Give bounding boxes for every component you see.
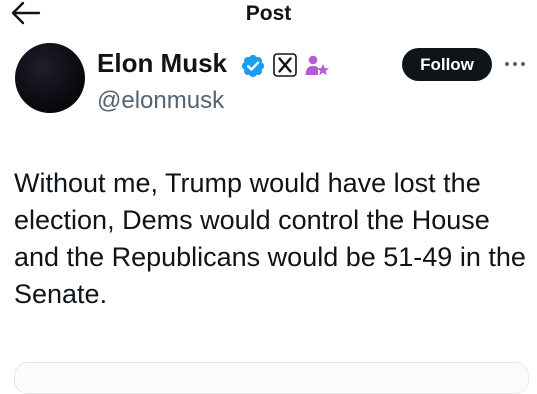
- quoted-card[interactable]: [14, 362, 529, 394]
- avatar[interactable]: [15, 43, 85, 113]
- author-handle[interactable]: @elonmusk: [97, 87, 224, 115]
- tweet-text: Without me, Trump would have lost the el…: [14, 168, 526, 309]
- more-options-button[interactable]: [502, 56, 528, 72]
- affiliate-person-icon: [305, 55, 329, 76]
- top-bar: Post: [0, 0, 537, 30]
- arrow-left-icon: [11, 1, 41, 25]
- follow-button[interactable]: Follow: [402, 48, 492, 81]
- page-title: Post: [245, 2, 292, 25]
- back-button[interactable]: [8, 0, 42, 26]
- author-name[interactable]: Elon Musk: [97, 48, 227, 79]
- verified-badge-icon: [241, 54, 265, 78]
- more-dots-icon: [505, 62, 525, 66]
- x-logo-icon: [273, 53, 297, 77]
